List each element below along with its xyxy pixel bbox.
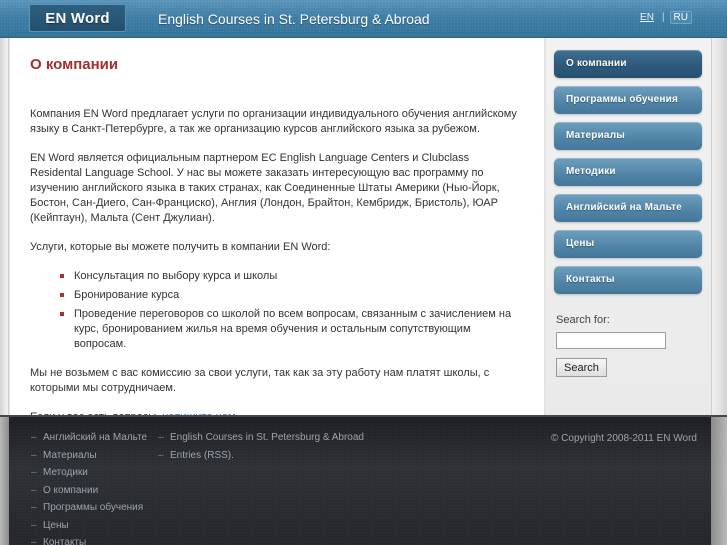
footer-link[interactable]: English Courses in St. Petersburg & Abro… xyxy=(158,431,364,445)
main-content: О компании Компания EN Word предлагает у… xyxy=(10,38,545,423)
search-input[interactable] xyxy=(556,332,666,349)
language-separator: | xyxy=(661,12,665,23)
footer-left-edge xyxy=(0,417,9,545)
footer-link[interactable]: Контакты xyxy=(31,536,147,545)
paragraph: Мы не возьмем с вас комиссию за свои усл… xyxy=(30,367,490,394)
language-switcher: EN | RU xyxy=(637,11,692,24)
list-item: Консультация по выбору курса и школы xyxy=(60,269,524,284)
left-gutter xyxy=(0,38,9,415)
search-widget: Search for: Search xyxy=(554,314,703,377)
list-item: Проведение переговоров со школой по всем… xyxy=(60,307,524,352)
paragraph: Услуги, которые вы можете получить в ком… xyxy=(30,241,331,253)
sidebar-item-methods[interactable]: Методики xyxy=(554,158,702,186)
sidebar-item-prices[interactable]: Цены xyxy=(554,230,702,258)
site-header: EN Word English Courses in St. Petersbur… xyxy=(0,0,727,38)
site-logo[interactable]: EN Word xyxy=(29,4,126,32)
sidebar-item-materials[interactable]: Материалы xyxy=(554,122,702,150)
footer-link[interactable]: Методики xyxy=(31,466,147,480)
footer-nav-secondary: English Courses in St. Petersburg & Abro… xyxy=(158,431,364,466)
language-link-en[interactable]: EN xyxy=(637,11,657,24)
footer-link-rss[interactable]: Entries (RSS). xyxy=(158,449,364,463)
paragraph: EN Word является официальным партнером E… xyxy=(30,152,500,224)
site-tagline: English Courses in St. Petersburg & Abro… xyxy=(158,11,430,27)
sidebar-item-contacts[interactable]: Контакты xyxy=(554,266,702,294)
page-title: О компании xyxy=(30,56,119,73)
footer-nav-primary: Английский на Мальте Материалы Методики … xyxy=(31,431,147,545)
footer-link[interactable]: О компании xyxy=(31,484,147,498)
footer-link[interactable]: Цены xyxy=(31,519,147,533)
footer-right-edge xyxy=(711,417,727,545)
footer-link[interactable]: Английский на Мальте xyxy=(31,431,147,445)
language-link-ru[interactable]: RU xyxy=(669,11,692,24)
sidebar-item-about[interactable]: О компании xyxy=(554,50,702,78)
list-item: Бронирование курса xyxy=(60,288,524,303)
right-gutter xyxy=(711,38,727,415)
footer-link[interactable]: Материалы xyxy=(31,449,147,463)
search-label: Search for: xyxy=(556,314,610,326)
body-area: О компании Компания EN Word предлагает у… xyxy=(0,38,727,423)
site-footer: Английский на Мальте Материалы Методики … xyxy=(0,415,727,545)
sidebar-item-english-in-malta[interactable]: Английский на Мальте xyxy=(554,194,702,222)
services-list: Консультация по выбору курса и школы Бро… xyxy=(60,269,524,352)
page-root: EN Word English Courses in St. Petersbur… xyxy=(0,0,727,545)
footer-link[interactable]: Программы обучения xyxy=(31,501,147,515)
copyright-text: © Copyright 2008-2011 EN Word xyxy=(551,433,697,444)
sidebar: О компании Программы обучения Материалы … xyxy=(546,38,711,415)
search-button[interactable]: Search xyxy=(556,358,607,377)
paragraph: Компания EN Word предлагает услуги по ор… xyxy=(30,108,517,135)
sidebar-item-programs[interactable]: Программы обучения xyxy=(554,86,702,114)
